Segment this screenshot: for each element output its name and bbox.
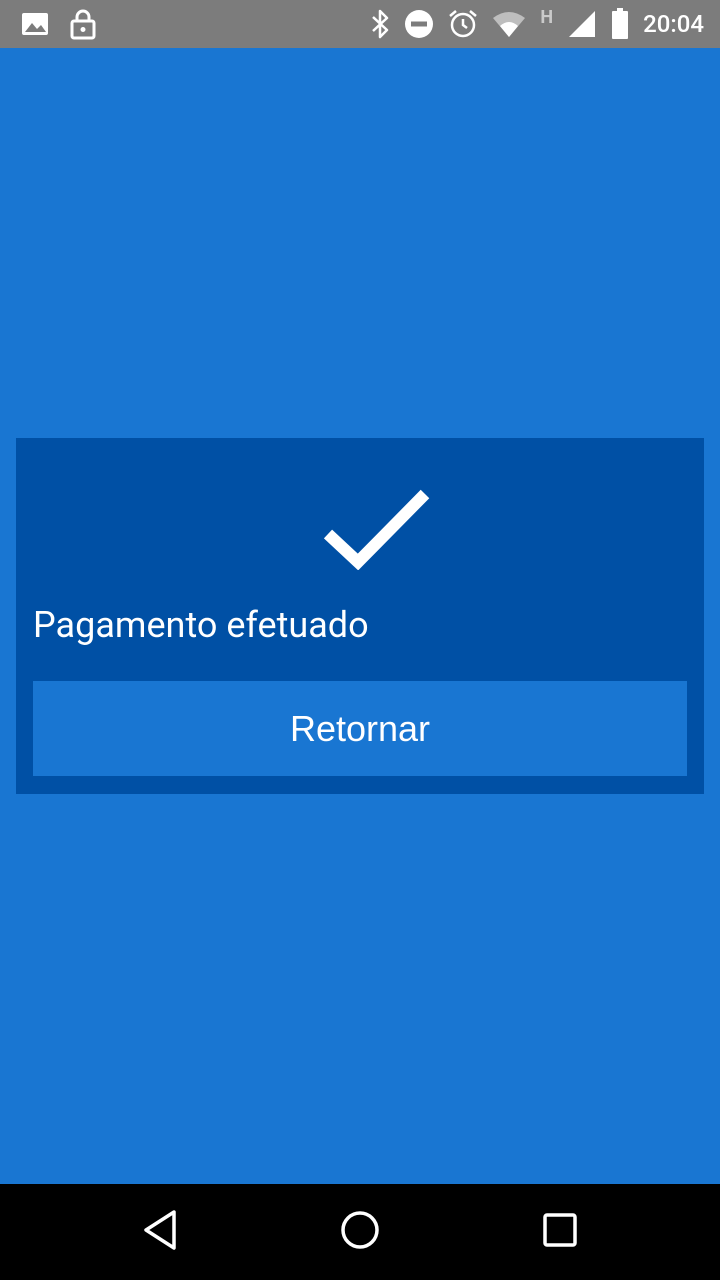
image-icon xyxy=(20,11,50,37)
navigation-bar xyxy=(0,1184,720,1280)
wifi-icon xyxy=(492,10,526,38)
back-icon xyxy=(140,1209,180,1255)
recents-button[interactable] xyxy=(536,1208,584,1256)
return-button[interactable]: Retornar xyxy=(33,681,687,776)
home-icon xyxy=(339,1209,381,1255)
main-content: Pagamento efetuado Retornar xyxy=(0,48,720,1184)
back-button[interactable] xyxy=(136,1208,184,1256)
signal-icon xyxy=(567,9,597,39)
alarm-icon xyxy=(448,9,478,39)
home-button[interactable] xyxy=(336,1208,384,1256)
payment-status-message: Pagamento efetuado xyxy=(33,604,369,646)
checkmark-icon xyxy=(322,486,432,574)
network-type-label: H xyxy=(540,6,554,28)
status-bar-left xyxy=(20,8,96,40)
clock: 20:04 xyxy=(643,10,704,38)
status-bar-right: H 20:04 xyxy=(370,6,704,42)
do-not-disturb-icon xyxy=(404,9,434,39)
lock-icon xyxy=(70,8,96,40)
status-bar: H 20:04 xyxy=(0,0,720,48)
payment-confirmation-card: Pagamento efetuado Retornar xyxy=(16,438,704,794)
battery-icon xyxy=(611,8,629,40)
recents-icon xyxy=(540,1210,580,1254)
bluetooth-icon xyxy=(370,9,390,39)
